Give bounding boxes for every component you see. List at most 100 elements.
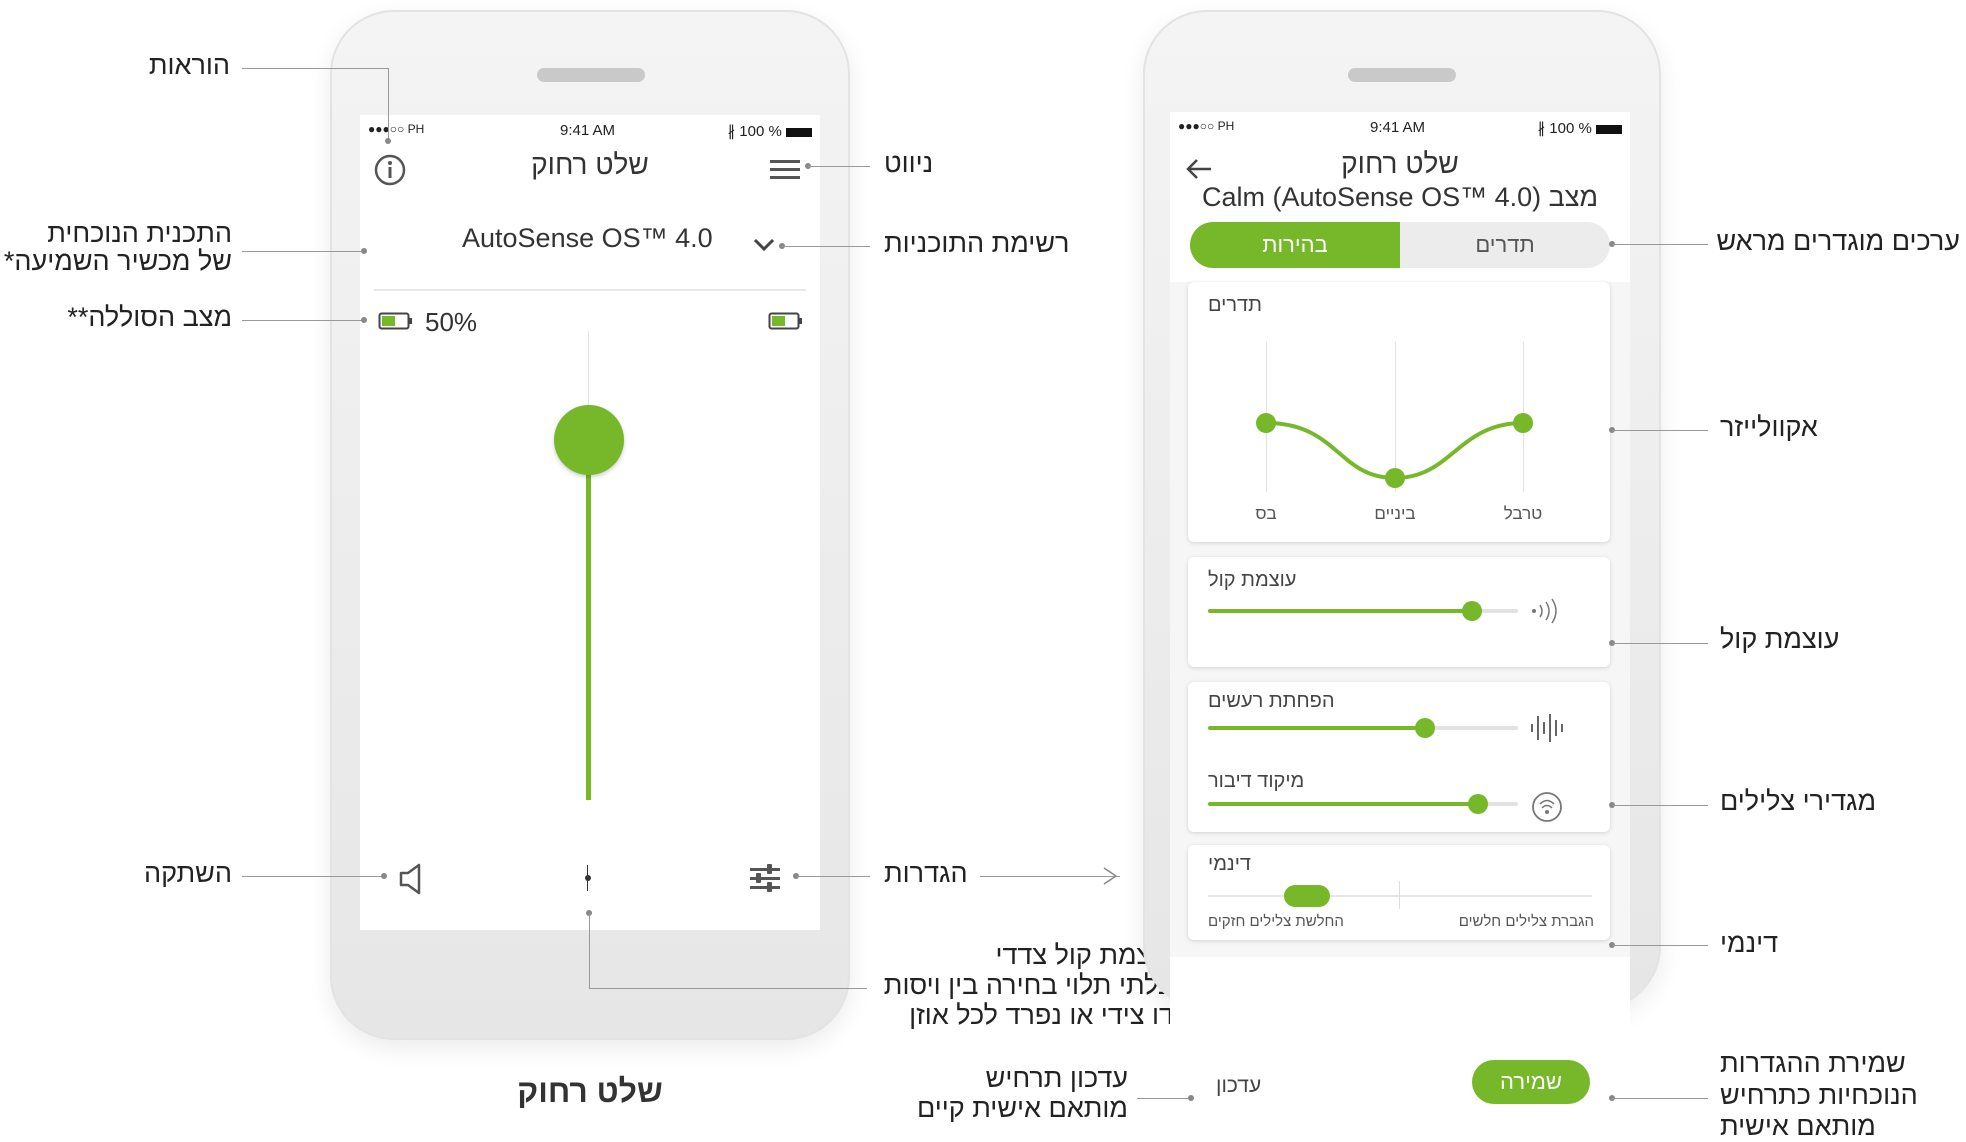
annotation-save-2: הנוכחיות כתרחיש [1720, 1080, 1918, 1110]
chevron-down-icon[interactable] [752, 236, 776, 254]
menu-icon[interactable] [768, 155, 802, 185]
tab-frequencies[interactable]: תדרים [1400, 222, 1610, 268]
annotation-side-volume-1: עוצמת קול צדדי [995, 940, 1174, 970]
dynamic-track [1208, 895, 1592, 897]
side-volume-dot[interactable] [585, 875, 591, 881]
equalizer-card: תדרים טרבל ביניים בס [1188, 282, 1610, 542]
leader-line [388, 68, 389, 140]
speech-focus-handle[interactable] [1468, 794, 1488, 814]
annotation-side-volume-2: בלתי תלוי בחירה בין ויסות [883, 970, 1174, 1000]
speaker-mute-icon[interactable] [397, 861, 425, 897]
leader-line [242, 68, 388, 69]
time-text: 9:41 AM [1370, 119, 1426, 136]
dynamic-left-label: החלשת צלילים חזקים [1208, 913, 1344, 930]
info-icon[interactable] [373, 153, 407, 187]
sound-waves-icon [1532, 598, 1557, 624]
leader-line [1137, 1098, 1189, 1099]
leader-dot [361, 317, 367, 323]
leader-line [242, 251, 364, 252]
right-battery-icon [768, 312, 802, 330]
dynamic-card: דינמי החלשת צלילים חזקים הגברת צלילים חל… [1188, 845, 1610, 940]
eq-mid-handle[interactable] [1385, 468, 1405, 488]
speech-focus-title: מיקוד דיבור [1208, 770, 1305, 792]
eq-bass-handle[interactable] [1256, 413, 1276, 433]
volume-title: עוצמת קול [1208, 569, 1297, 591]
annotation-current-program-2: של מכשיר השמיעה* [3, 246, 232, 276]
program-selector[interactable]: AutoSense OS™ 4.0 [440, 223, 740, 263]
leader-line [1612, 805, 1708, 806]
noise-reduction-handle[interactable] [1415, 718, 1435, 738]
leader-dot [385, 138, 391, 144]
leader-line [589, 913, 590, 989]
annotation-navigation: ניווט [884, 148, 934, 178]
bluetooth-icon: ∦ [1537, 120, 1546, 137]
page-title: שלט רחוק [1341, 148, 1459, 179]
volume-handle[interactable] [1462, 601, 1482, 621]
side-volume-stem [587, 865, 588, 891]
noise-bars-icon [1531, 714, 1563, 742]
leader-dot [381, 873, 387, 879]
leader-line [796, 876, 870, 877]
leader-line [808, 166, 870, 167]
leader-dot [361, 248, 367, 254]
speech-focus-icon [1532, 792, 1562, 822]
annotation-update-1: עדכון תרחיש [985, 1063, 1128, 1093]
sound-settings-card: הפחתת רעשים מיקוד דיבור [1188, 682, 1610, 832]
dynamic-right-label: הגברת צלילים חלשים [1458, 913, 1594, 930]
annotation-settings: הגדרות [884, 858, 968, 888]
leader-line [1612, 430, 1708, 431]
carrier-text: ●●●○○ PH [368, 122, 425, 136]
battery-status-text: ∦ 100 % [728, 122, 812, 140]
annotation-equalizer: אקוולייזר [1720, 412, 1818, 442]
volume-card: עוצמת קול [1188, 557, 1610, 667]
right-phone-screen: ●●●○○ PH 9:41 AM ∦ 100 % שלט רחוק מצב Ca… [1170, 112, 1630, 1140]
eq-label-bass: בס [1255, 504, 1277, 523]
bluetooth-icon: ∦ [727, 123, 736, 140]
arrow-head-icon [1103, 867, 1118, 885]
carrier-text: ●●●○○ PH [1178, 119, 1235, 133]
annotation-dynamic: דינמי [1720, 928, 1779, 958]
leader-line [1612, 1098, 1708, 1099]
phone-battery-icon [1596, 124, 1622, 134]
annotation-sound-settings: מגדירי צלילים [1720, 786, 1877, 816]
settings-sliders-icon[interactable] [748, 863, 782, 895]
battery-status-text: ∦ 100 % [1538, 119, 1622, 137]
arrow-line [980, 876, 1120, 877]
annotation-mute: השתקה [144, 858, 232, 888]
page-title: שלט רחוק [531, 149, 649, 180]
eq-treble-handle[interactable] [1513, 413, 1533, 433]
volume-slider-handle[interactable] [554, 405, 624, 475]
right-phone-speaker [1348, 68, 1456, 82]
equalizer-curve [1265, 421, 1524, 481]
volume-slider-fill [586, 440, 591, 800]
eq-label-mid: ביניים [1374, 504, 1416, 523]
noise-reduction-fill [1208, 726, 1425, 730]
divider [374, 289, 806, 291]
annotation-update-2: מותאם אישית קיים [916, 1093, 1128, 1123]
leader-line [1612, 945, 1708, 946]
back-arrow-icon[interactable] [1184, 156, 1214, 182]
tab-clarity[interactable]: בהירות [1190, 222, 1400, 268]
left-phone-screen: ●●●○○ PH 9:41 AM ∦ 100 % שלט רחוק AutoSe… [360, 115, 820, 930]
left-phone-speaker [537, 68, 645, 82]
leader-line [1612, 643, 1708, 644]
volume-fill [1208, 609, 1472, 613]
leader-line [589, 988, 867, 989]
update-button[interactable]: עדכון [1216, 1074, 1261, 1098]
annotation-program-list: רשימת התוכניות [884, 228, 1070, 258]
annotation-save-3: מותאם אישית [1720, 1111, 1876, 1141]
noise-reduction-title: הפחתת רעשים [1208, 690, 1335, 712]
annotation-save-1: שמירת ההגדרות [1720, 1048, 1906, 1078]
bottom-bar [1170, 957, 1630, 1140]
leader-line [782, 246, 870, 247]
annotation-volume: עוצמת קול [1720, 624, 1840, 654]
leader-line [1612, 244, 1708, 245]
save-button[interactable]: שמירה [1472, 1060, 1590, 1104]
eq-label-treble: טרבל [1503, 504, 1543, 523]
battery-percent: 50% [425, 307, 478, 337]
annotation-instructions: הוראות [148, 50, 230, 80]
dynamic-handle[interactable] [1284, 885, 1330, 907]
annotation-current-program-1: התכנית הנוכחית [47, 218, 232, 248]
left-phone-caption: שלט רחוק [517, 1073, 663, 1109]
annotation-battery-status: מצב הסוללה** [67, 302, 232, 332]
